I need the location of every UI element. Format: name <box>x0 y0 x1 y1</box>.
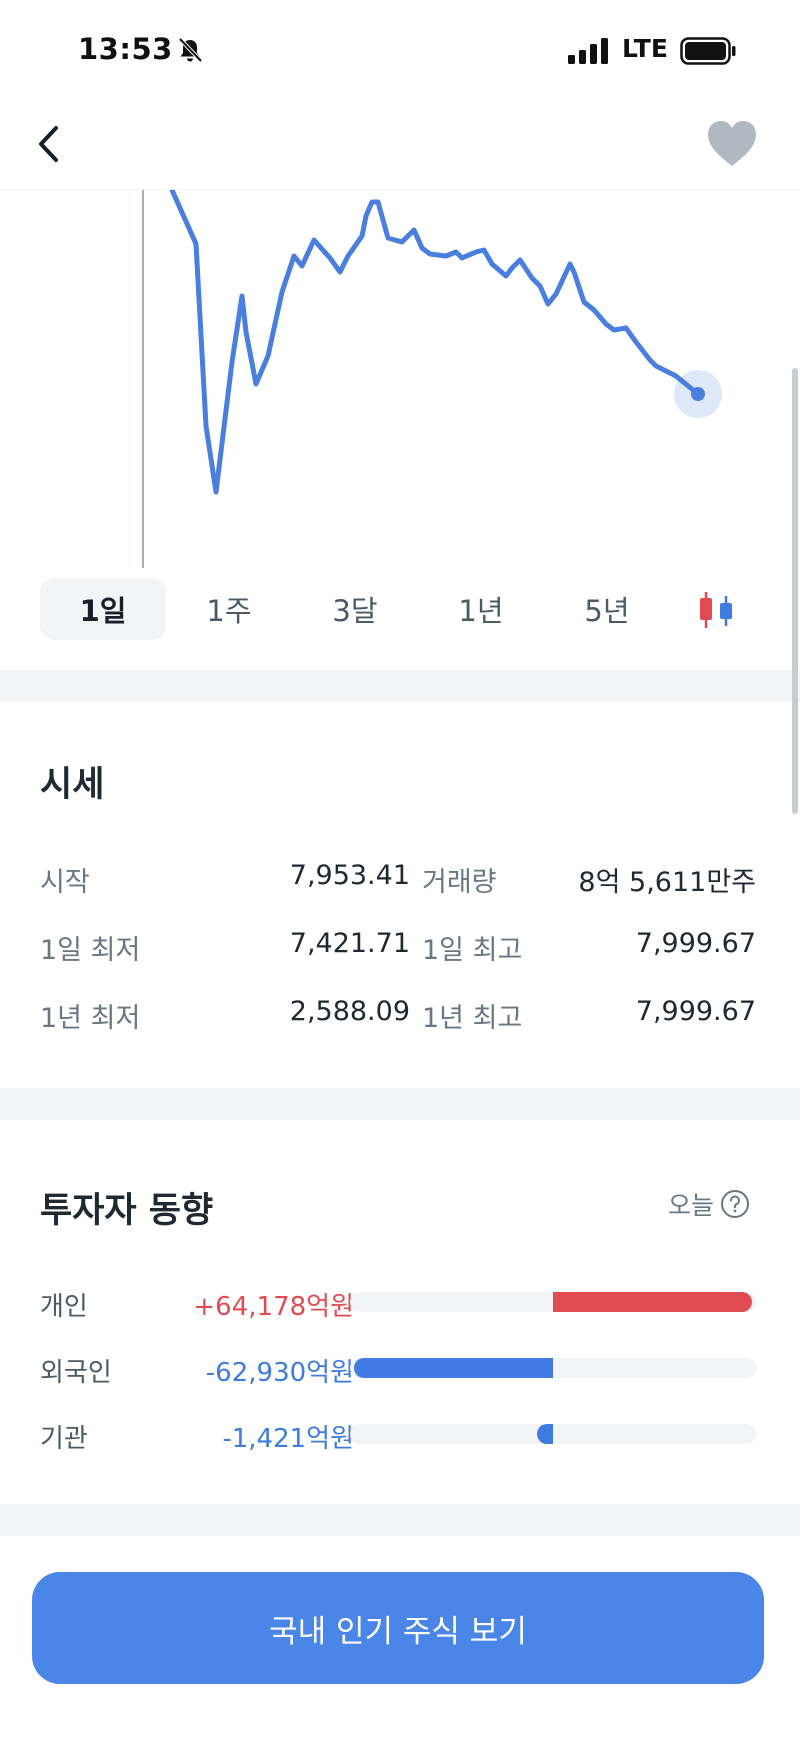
signal-icon <box>568 38 608 64</box>
section-divider <box>0 1088 800 1120</box>
tab-3-months[interactable]: 3달 <box>292 578 418 640</box>
investor-label: 외국인 <box>40 1358 112 1388</box>
investor-bar-fill <box>553 1292 752 1312</box>
quote-row: 1일 최저 7,421.71 1일 최고 7,999.67 <box>40 928 756 968</box>
investor-label: 기관 <box>40 1424 88 1454</box>
quote-label: 거래량 <box>422 867 497 898</box>
investor-bar-track <box>350 1358 756 1378</box>
quote-value: 2,588.09 <box>289 996 410 1027</box>
investor-value: +64,178억원 <box>193 1292 354 1322</box>
quote-value: 7,953.41 <box>289 860 410 891</box>
favorite-button[interactable] <box>704 118 760 170</box>
investor-bar-fill <box>536 1424 553 1444</box>
investor-bar-track <box>350 1424 756 1444</box>
quote-label: 시작 <box>40 867 90 898</box>
tab-1-year[interactable]: 1년 <box>418 578 544 640</box>
current-price-point <box>691 387 705 401</box>
price-line <box>169 190 701 495</box>
help-icon[interactable] <box>720 1189 750 1219</box>
investor-bar-track <box>350 1292 756 1312</box>
quote-label: 1일 최고 <box>422 935 523 966</box>
status-bar: 13:53 LTE <box>0 0 800 100</box>
quote-row: 시작 7,953.41 거래량 8억 5,611만주 <box>40 860 756 900</box>
investor-row: 외국인 -62,930억원 <box>40 1350 756 1390</box>
tab-1-day[interactable]: 1일 <box>40 578 166 640</box>
quote-value: 8억 5,611만주 <box>578 867 756 898</box>
bell-slash-icon <box>178 37 203 63</box>
popular-stocks-button[interactable]: 국내 인기 주식 보기 <box>32 1572 764 1684</box>
section-divider <box>0 670 800 702</box>
back-button[interactable] <box>26 120 74 168</box>
tab-1-week[interactable]: 1주 <box>166 578 292 640</box>
investor-value: -62,930억원 <box>205 1358 354 1388</box>
investor-label: 개인 <box>40 1292 88 1322</box>
quote-row: 1년 최저 2,588.09 1년 최고 7,999.67 <box>40 996 756 1036</box>
status-time: 13:53 <box>78 32 173 66</box>
price-chart[interactable] <box>0 190 800 570</box>
investor-row: 기관 -1,421억원 <box>40 1416 756 1456</box>
investor-section-title: 투자자 동향 <box>40 1191 214 1231</box>
period-tabs: 1일 1주 3달 1년 5년 <box>40 578 760 640</box>
quote-section-title: 시세 <box>40 765 105 805</box>
heart-icon <box>708 121 756 166</box>
chevron-left-icon <box>39 126 58 162</box>
quote-value: 7,421.71 <box>289 928 410 959</box>
quote-value: 7,999.67 <box>635 928 756 959</box>
candlestick-chart-icon[interactable] <box>692 586 740 634</box>
period-selector[interactable]: 오늘 <box>668 1186 750 1222</box>
network-label: LTE <box>622 34 668 63</box>
price-chart-svg <box>142 190 722 568</box>
quote-label: 1년 최고 <box>422 1003 523 1034</box>
quote-value: 7,999.67 <box>635 996 756 1027</box>
battery-icon <box>680 37 736 65</box>
investor-value: -1,421억원 <box>222 1424 354 1454</box>
investor-bar-fill <box>354 1358 553 1378</box>
tab-5-years[interactable]: 5년 <box>544 578 670 640</box>
header <box>0 100 800 190</box>
quote-label: 1일 최저 <box>40 935 141 966</box>
investor-row: 개인 +64,178억원 <box>40 1284 756 1324</box>
section-divider <box>0 1504 800 1536</box>
quote-label: 1년 최저 <box>40 1003 141 1034</box>
period-label: 오늘 <box>668 1191 715 1220</box>
scrollbar[interactable] <box>792 368 798 814</box>
